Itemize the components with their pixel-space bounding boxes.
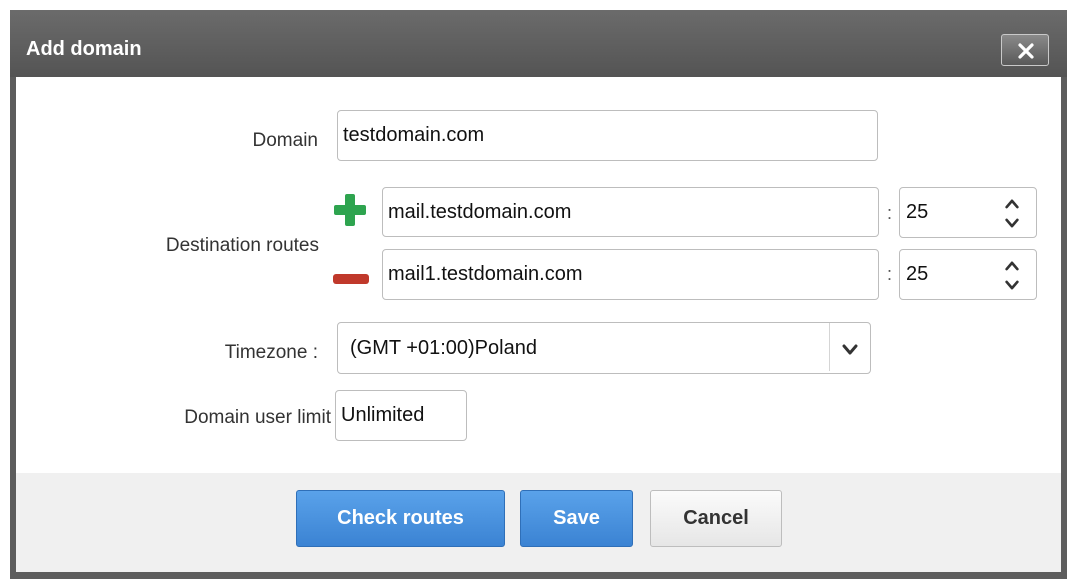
chevron-down-icon[interactable] [1004,218,1020,229]
domain-label: Domain [252,130,318,151]
user-limit-label: Domain user limit [184,407,331,428]
port-separator: : [887,203,893,223]
timezone-label: Timezone : [224,342,318,363]
route-host-input[interactable]: mail1.testdomain.com [382,249,879,300]
check-routes-button[interactable]: Check routes [296,490,505,547]
port-separator: : [887,264,893,284]
cancel-button[interactable]: Cancel [650,490,782,547]
route-port-value: 25 [906,201,929,223]
minus-icon[interactable] [333,274,369,284]
destination-routes-label: Destination routes [165,235,319,256]
chevron-up-icon[interactable] [1004,198,1020,209]
route-host-input[interactable]: mail.testdomain.com [382,187,879,237]
route-port-stepper[interactable]: 25 [899,187,1037,238]
route-port-stepper[interactable]: 25 [899,249,1037,300]
chevron-down-icon[interactable] [1004,280,1020,291]
save-button[interactable]: Save [520,490,633,547]
timezone-selected-value: (GMT +01:00)Poland [350,337,537,359]
plus-icon[interactable] [332,192,368,228]
timezone-select[interactable]: (GMT +01:00)Poland [337,322,871,374]
select-divider [829,323,830,371]
route-port-value: 25 [906,263,929,285]
chevron-down-icon[interactable] [841,343,859,357]
chevron-up-icon[interactable] [1004,260,1020,271]
user-limit-input[interactable]: Unlimited [335,390,467,441]
domain-input[interactable]: testdomain.com [337,110,878,161]
